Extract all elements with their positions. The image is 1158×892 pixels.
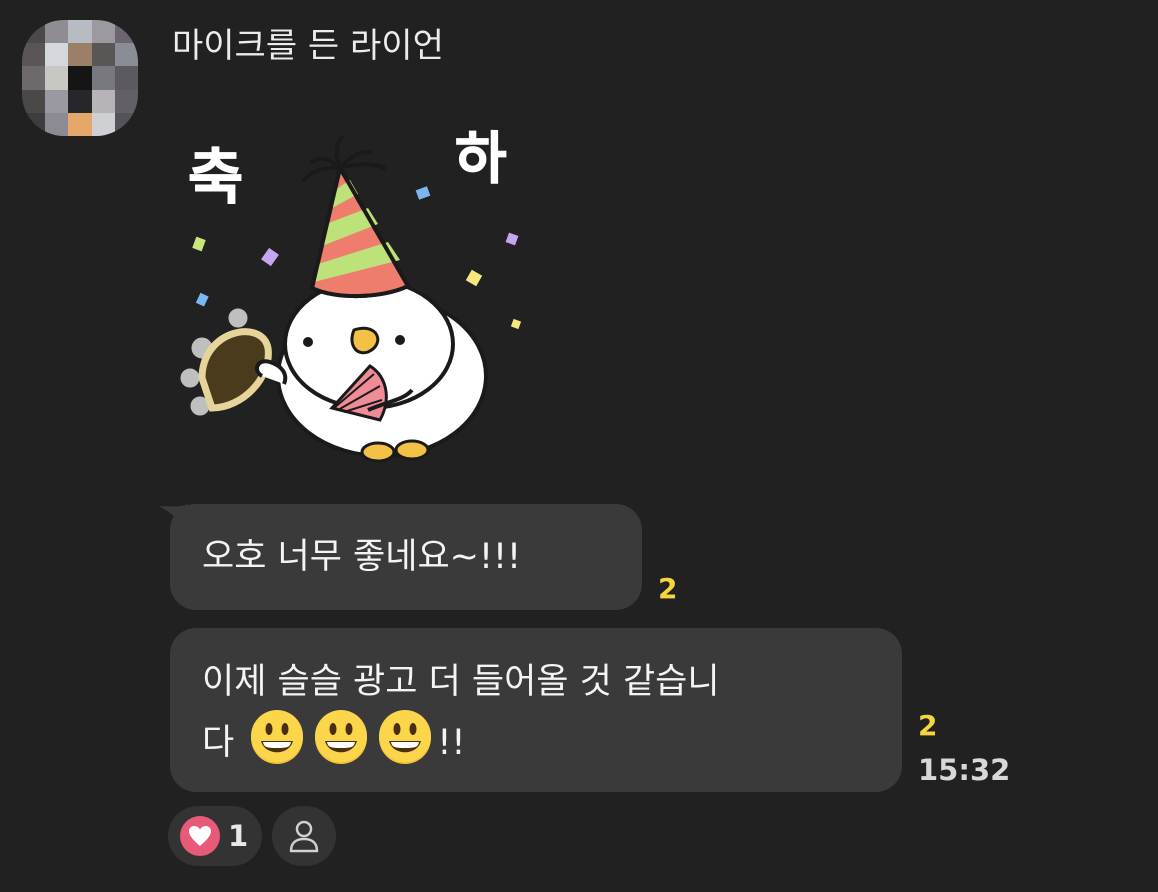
confetti-piece bbox=[415, 186, 431, 200]
avatar[interactable] bbox=[22, 20, 138, 136]
chick-character bbox=[254, 278, 488, 463]
message-text-line: 이제 슬슬 광고 더 들어올 것 같습니 bbox=[202, 662, 720, 702]
confetti-piece bbox=[510, 318, 522, 330]
confetti-piece bbox=[261, 247, 279, 267]
party-hat-icon bbox=[302, 136, 411, 299]
heart-icon bbox=[180, 816, 220, 856]
confetti-piece bbox=[465, 269, 483, 287]
add-reaction-button[interactable] bbox=[272, 806, 336, 866]
message-bubble[interactable]: 이제 슬슬 광고 더 들어올 것 같습니 다 !! bbox=[170, 628, 902, 792]
grinning-face-icon bbox=[315, 710, 368, 764]
confetti-piece bbox=[195, 292, 209, 307]
grinning-face-icon bbox=[251, 710, 304, 764]
unread-count: 2 bbox=[658, 572, 678, 605]
confetti-piece bbox=[192, 236, 206, 252]
tambourine bbox=[177, 305, 272, 419]
celebration-sticker[interactable]: 축 하 bbox=[172, 108, 562, 478]
message-time: 15:32 bbox=[918, 753, 1011, 787]
unread-count: 2 bbox=[918, 709, 938, 742]
message-text: 오호 너무 좋네요~!!! bbox=[202, 537, 522, 577]
message-text: !! bbox=[437, 723, 466, 763]
message-text: 다 bbox=[202, 723, 235, 763]
chat-view: 마이크를 든 라이언 축 하 오호 너무 좋네요~!!! 2 이제 슬슬 광고 … bbox=[0, 0, 1158, 892]
heart-reaction-button[interactable]: 1 bbox=[168, 806, 262, 866]
sticker-text-left: 축 bbox=[188, 143, 243, 213]
reaction-count: 1 bbox=[228, 819, 249, 853]
message-bubble[interactable]: 오호 너무 좋네요~!!! bbox=[170, 504, 642, 610]
sender-name: 마이크를 든 라이언 bbox=[172, 26, 444, 66]
message-text-line: 다 !! bbox=[202, 710, 870, 771]
confetti-piece bbox=[505, 232, 519, 246]
sticker-text-right: 하 bbox=[455, 127, 507, 192]
grinning-face-icon bbox=[379, 710, 432, 764]
person-outline-icon bbox=[289, 820, 319, 853]
